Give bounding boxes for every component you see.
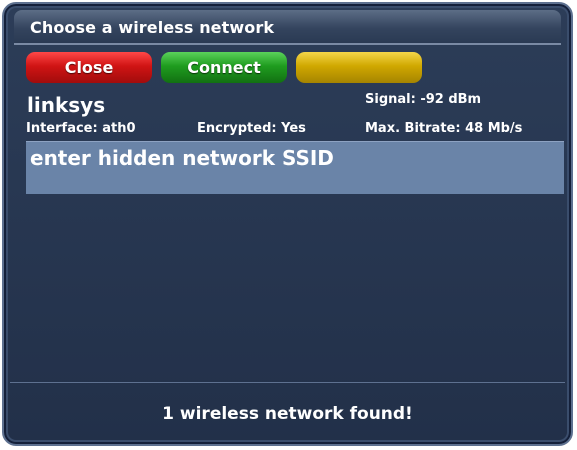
signal-strength: Signal: -92 dBm (365, 92, 482, 107)
wireless-network-dialog: Choose a wireless network Close Connect … (2, 2, 573, 446)
network-list: enter hidden network SSID (26, 141, 564, 381)
close-button[interactable]: Close (26, 52, 152, 83)
list-item-hidden-ssid[interactable]: enter hidden network SSID (26, 141, 564, 194)
interface-info: Interface: ath0 (26, 121, 136, 136)
connect-button[interactable]: Connect (161, 52, 287, 83)
network-name: linksys (27, 93, 106, 117)
dialog-title: Choose a wireless network (30, 18, 275, 37)
yellow-button[interactable] (296, 52, 422, 83)
list-item-label: enter hidden network SSID (30, 146, 334, 170)
encryption-info: Encrypted: Yes (197, 121, 306, 136)
status-message: 1 wireless network found! (162, 404, 413, 424)
status-divider (10, 382, 565, 383)
max-bitrate-info: Max. Bitrate: 48 Mb/s (365, 121, 523, 136)
